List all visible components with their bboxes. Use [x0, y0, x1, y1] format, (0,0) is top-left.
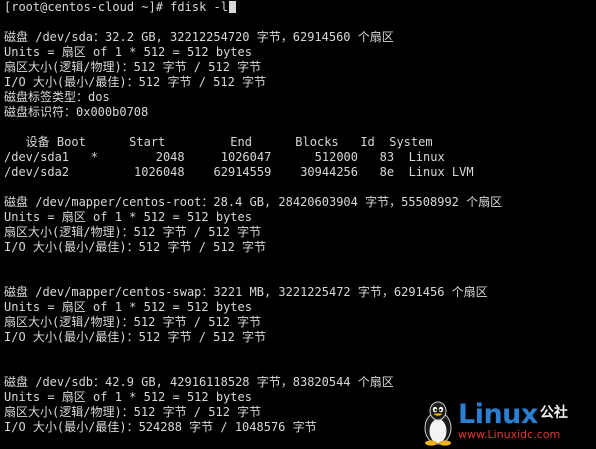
- linuxidc-watermark: Linux 公社 www.Linuxidc.com: [420, 398, 592, 446]
- terminal-line: 磁盘 /dev/mapper/centos-swap：3221 MB, 3221…: [4, 285, 488, 299]
- terminal-window[interactable]: [root@centos-cloud ~]# fdisk -l 磁盘 /dev/s…: [0, 0, 596, 449]
- terminal-cursor: [228, 1, 236, 13]
- terminal-line: 扇区大小(逻辑/物理)：512 字节 / 512 字节: [4, 315, 262, 329]
- terminal-line: /dev/sda2 1026048 62914559 30944256 8e L…: [4, 165, 474, 179]
- terminal-line: 磁盘 /dev/mapper/centos-root：28.4 GB, 2842…: [4, 195, 503, 209]
- terminal-line: 磁盘标识符：0x000b0708: [4, 105, 149, 119]
- watermark-url: www.Linuxidc.com: [458, 428, 561, 441]
- terminal-line: 磁盘标签类型：dos: [4, 90, 110, 104]
- terminal-line: 磁盘 /dev/sdb：42.9 GB, 42916118528 字节，8382…: [4, 375, 394, 389]
- tux-penguin-icon: [424, 401, 452, 446]
- terminal-line: 设备 Boot Start End Blocks Id System: [4, 135, 433, 149]
- terminal-line: Units = 扇区 of 1 * 512 = 512 bytes: [4, 300, 252, 314]
- terminal-line: I/O 大小(最小/最佳)：512 字节 / 512 字节: [4, 75, 267, 89]
- terminal-line: I/O 大小(最小/最佳)：512 字节 / 512 字节: [4, 240, 267, 254]
- terminal-line: 扇区大小(逻辑/物理)：512 字节 / 512 字节: [4, 225, 262, 239]
- watermark-brand-suffix: 公社: [539, 405, 568, 421]
- terminal-line: [root@centos-cloud ~]# fdisk -l: [4, 0, 502, 15]
- terminal-output: [root@centos-cloud ~]# fdisk -l 磁盘 /dev/s…: [4, 0, 502, 435]
- terminal-line: Units = 扇区 of 1 * 512 = 512 bytes: [4, 210, 252, 224]
- watermark-brand: Linux 公社: [458, 398, 568, 430]
- terminal-line: /dev/sda1 * 2048 1026047 512000 83 Linux: [4, 150, 445, 164]
- terminal-line: I/O 大小(最小/最佳)：512 字节 / 512 字节: [4, 330, 267, 344]
- terminal-line: 扇区大小(逻辑/物理)：512 字节 / 512 字节: [4, 60, 262, 74]
- terminal-line: Units = 扇区 of 1 * 512 = 512 bytes: [4, 45, 252, 59]
- watermark-brand-name: Linux: [458, 399, 538, 430]
- terminal-line: 磁盘 /dev/sda：32.2 GB, 32212254720 字节，6291…: [4, 30, 394, 44]
